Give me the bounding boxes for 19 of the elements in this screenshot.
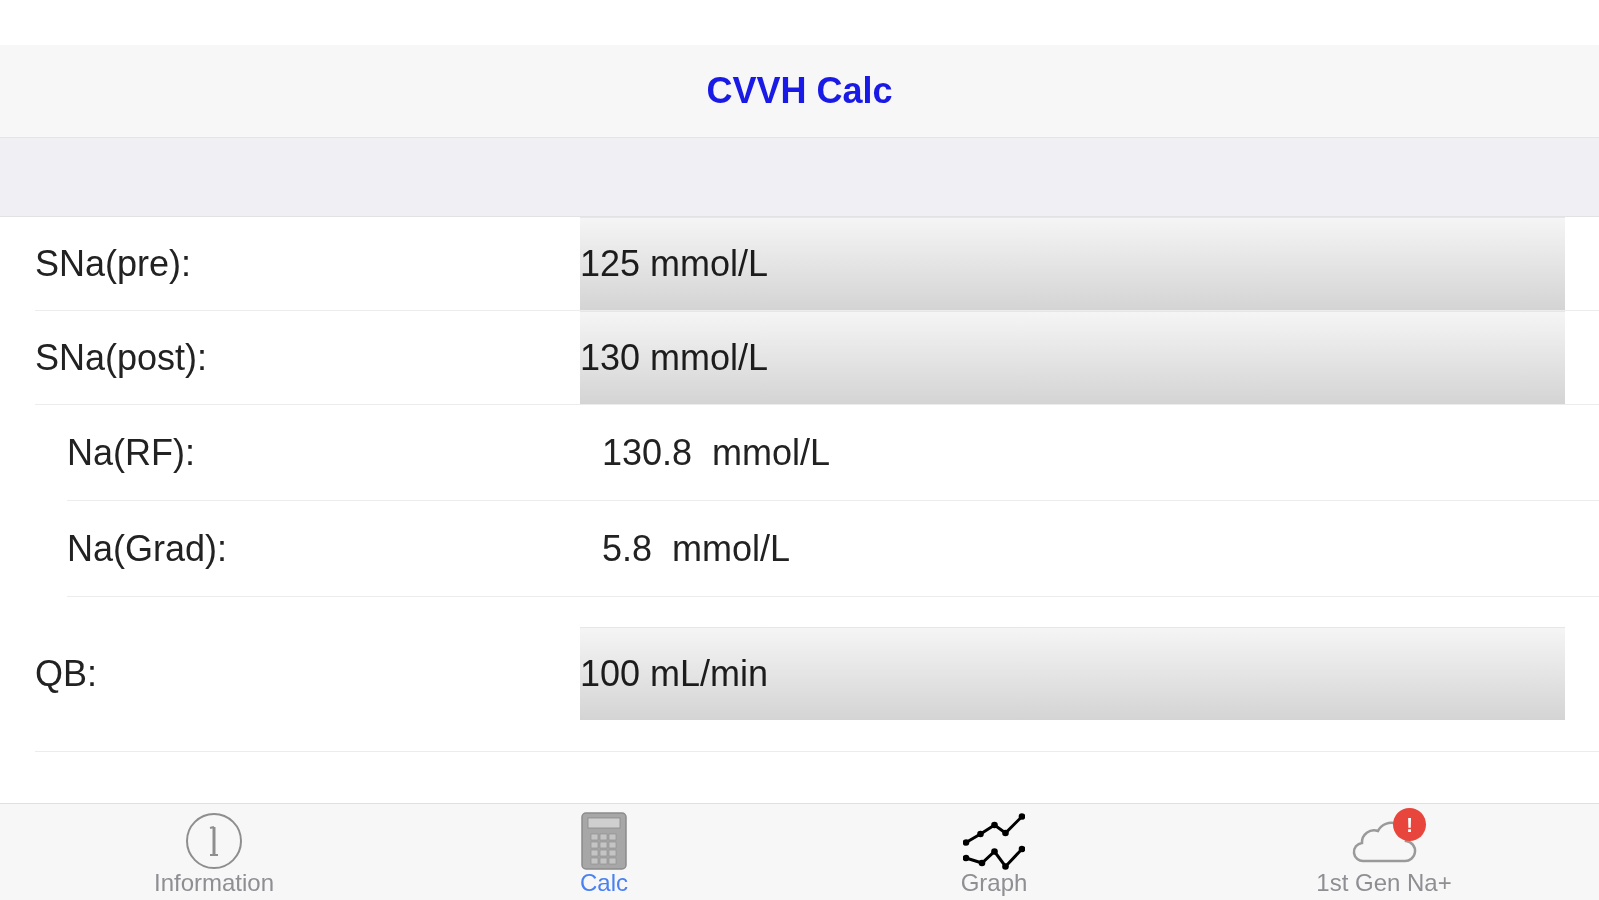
result-value: 5.8 mmol/L bbox=[602, 530, 791, 567]
input-field[interactable]: 130 mmol/L bbox=[580, 311, 1565, 404]
field-label: SNa(pre): bbox=[35, 245, 192, 282]
input-field[interactable]: 100 mL/min bbox=[580, 627, 1565, 720]
field-label: QB: bbox=[35, 655, 97, 692]
info-circle-icon bbox=[185, 812, 243, 870]
tab[interactable]: Information bbox=[19, 804, 409, 900]
input-field[interactable]: 125 mmol/L bbox=[580, 217, 1565, 310]
tab[interactable]: ! 1st Gen Na+ bbox=[1189, 804, 1579, 900]
result-value: 130.8 mmol/L bbox=[602, 434, 831, 471]
field-label: SNa(post): bbox=[35, 339, 208, 376]
calculator-icon bbox=[581, 812, 627, 870]
screen-title: CVVH Calc bbox=[706, 73, 893, 109]
tab[interactable]: Graph bbox=[799, 804, 1189, 900]
result-label: Na(RF): bbox=[67, 434, 195, 471]
notification-badge: ! bbox=[1393, 808, 1426, 841]
line-graph-icon bbox=[963, 812, 1025, 870]
tab[interactable]: Calc bbox=[409, 804, 799, 900]
result-label: Na(Grad): bbox=[67, 530, 228, 567]
